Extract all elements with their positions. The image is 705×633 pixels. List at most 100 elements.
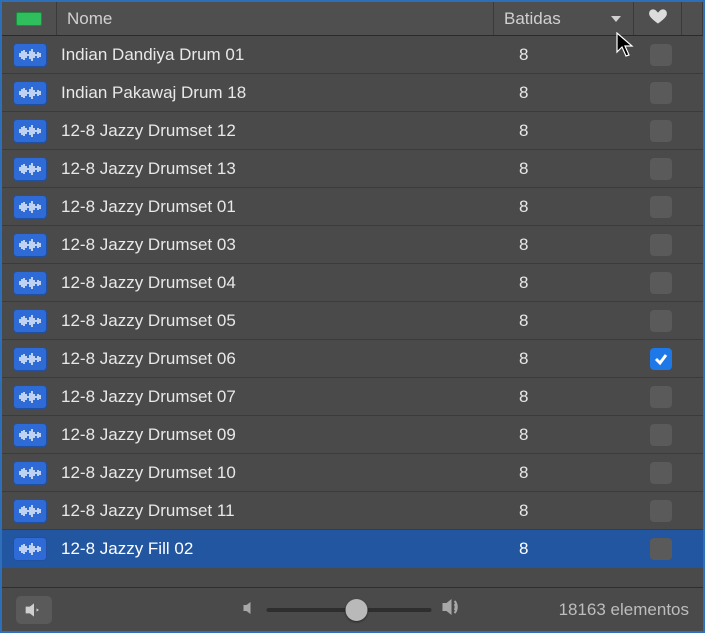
- row-type-badge[interactable]: [2, 271, 57, 295]
- table-row[interactable]: 12-8 Jazzy Drumset 018: [2, 188, 703, 226]
- row-type-badge[interactable]: [2, 385, 57, 409]
- row-name: Indian Dandiya Drum 01: [57, 45, 497, 65]
- column-header-beats[interactable]: Batidas: [494, 2, 634, 35]
- audio-loop-icon: [13, 347, 47, 371]
- row-favorite[interactable]: [637, 196, 685, 218]
- favorite-checkbox[interactable]: [650, 234, 672, 256]
- row-name: 12-8 Jazzy Drumset 01: [57, 197, 497, 217]
- row-favorite[interactable]: [637, 120, 685, 142]
- row-favorite[interactable]: [637, 82, 685, 104]
- table-row[interactable]: 12-8 Jazzy Drumset 078: [2, 378, 703, 416]
- favorite-checkbox[interactable]: [650, 348, 672, 370]
- table-row[interactable]: 12-8 Jazzy Drumset 118: [2, 492, 703, 530]
- table-row[interactable]: 12-8 Jazzy Drumset 068: [2, 340, 703, 378]
- favorite-checkbox[interactable]: [650, 158, 672, 180]
- row-type-badge[interactable]: [2, 461, 57, 485]
- row-beats: 8: [497, 501, 637, 521]
- header-indicator-cell: [2, 2, 57, 35]
- row-name: 12-8 Jazzy Drumset 12: [57, 121, 497, 141]
- row-favorite[interactable]: [637, 272, 685, 294]
- favorite-checkbox[interactable]: [650, 500, 672, 522]
- row-type-badge[interactable]: [2, 233, 57, 257]
- volume-control: [242, 598, 463, 621]
- table-row[interactable]: 12-8 Jazzy Drumset 058: [2, 302, 703, 340]
- row-type-badge[interactable]: [2, 195, 57, 219]
- row-type-badge[interactable]: [2, 43, 57, 67]
- audio-loop-icon: [13, 81, 47, 105]
- row-type-badge[interactable]: [2, 309, 57, 333]
- volume-slider-thumb[interactable]: [346, 599, 368, 621]
- favorite-checkbox[interactable]: [650, 272, 672, 294]
- favorite-checkbox[interactable]: [650, 310, 672, 332]
- table-row[interactable]: 12-8 Jazzy Drumset 038: [2, 226, 703, 264]
- row-favorite[interactable]: [637, 500, 685, 522]
- audio-loop-icon: [13, 385, 47, 409]
- row-favorite[interactable]: [637, 158, 685, 180]
- heart-icon: [648, 6, 668, 31]
- row-type-badge[interactable]: [2, 537, 57, 561]
- row-favorite[interactable]: [637, 462, 685, 484]
- row-beats: 8: [497, 539, 637, 559]
- volume-high-icon: [441, 598, 463, 621]
- audio-loop-icon: [13, 43, 47, 67]
- status-item-count: 18163 elementos: [559, 600, 689, 620]
- row-favorite[interactable]: [637, 44, 685, 66]
- row-name: 12-8 Jazzy Drumset 03: [57, 235, 497, 255]
- favorite-checkbox[interactable]: [650, 44, 672, 66]
- audio-loop-icon: [13, 309, 47, 333]
- favorite-checkbox[interactable]: [650, 82, 672, 104]
- row-beats: 8: [497, 159, 637, 179]
- row-name: 12-8 Jazzy Drumset 07: [57, 387, 497, 407]
- row-favorite[interactable]: [637, 310, 685, 332]
- row-beats: 8: [497, 45, 637, 65]
- view-indicator-pill[interactable]: [16, 12, 42, 26]
- table-row[interactable]: Indian Dandiya Drum 018: [2, 36, 703, 74]
- row-name: 12-8 Jazzy Drumset 04: [57, 273, 497, 293]
- row-type-badge[interactable]: [2, 119, 57, 143]
- audio-loop-icon: [13, 119, 47, 143]
- favorite-checkbox[interactable]: [650, 120, 672, 142]
- row-favorite[interactable]: [637, 234, 685, 256]
- table-row[interactable]: 12-8 Jazzy Fill 028: [2, 530, 703, 568]
- table-row[interactable]: Indian Pakawaj Drum 188: [2, 74, 703, 112]
- favorite-checkbox[interactable]: [650, 196, 672, 218]
- column-header-beats-label: Batidas: [504, 9, 561, 29]
- row-favorite[interactable]: [637, 424, 685, 446]
- table-row[interactable]: 12-8 Jazzy Drumset 128: [2, 112, 703, 150]
- row-favorite[interactable]: [637, 348, 685, 370]
- row-name: 12-8 Jazzy Drumset 05: [57, 311, 497, 331]
- volume-slider[interactable]: [266, 608, 431, 612]
- table-header: Nome Batidas: [2, 2, 703, 36]
- row-favorite[interactable]: [637, 538, 685, 560]
- row-type-badge[interactable]: [2, 499, 57, 523]
- favorite-checkbox[interactable]: [650, 424, 672, 446]
- table-row[interactable]: 12-8 Jazzy Drumset 108: [2, 454, 703, 492]
- audio-loop-icon: [13, 195, 47, 219]
- column-header-name[interactable]: Nome: [57, 2, 494, 35]
- table-row[interactable]: 12-8 Jazzy Drumset 048: [2, 264, 703, 302]
- row-type-badge[interactable]: [2, 423, 57, 447]
- row-name: 12-8 Jazzy Drumset 09: [57, 425, 497, 445]
- row-beats: 8: [497, 273, 637, 293]
- header-scrollbar-gutter: [682, 2, 703, 35]
- preview-play-button[interactable]: [16, 596, 52, 624]
- audio-loop-icon: [13, 537, 47, 561]
- table-row[interactable]: 12-8 Jazzy Drumset 098: [2, 416, 703, 454]
- column-header-name-label: Nome: [67, 9, 112, 29]
- row-type-badge[interactable]: [2, 157, 57, 181]
- row-type-badge[interactable]: [2, 81, 57, 105]
- volume-low-icon: [242, 600, 256, 620]
- audio-loop-icon: [13, 157, 47, 181]
- favorite-checkbox[interactable]: [650, 386, 672, 408]
- audio-loop-icon: [13, 233, 47, 257]
- row-beats: 8: [497, 463, 637, 483]
- column-header-favorite[interactable]: [634, 2, 682, 35]
- row-favorite[interactable]: [637, 386, 685, 408]
- loop-table-body: Indian Dandiya Drum 018Indian Pakawaj Dr…: [2, 36, 703, 587]
- favorite-checkbox[interactable]: [650, 538, 672, 560]
- favorite-checkbox[interactable]: [650, 462, 672, 484]
- audio-loop-icon: [13, 423, 47, 447]
- table-row[interactable]: 12-8 Jazzy Drumset 138: [2, 150, 703, 188]
- row-type-badge[interactable]: [2, 347, 57, 371]
- audio-loop-icon: [13, 461, 47, 485]
